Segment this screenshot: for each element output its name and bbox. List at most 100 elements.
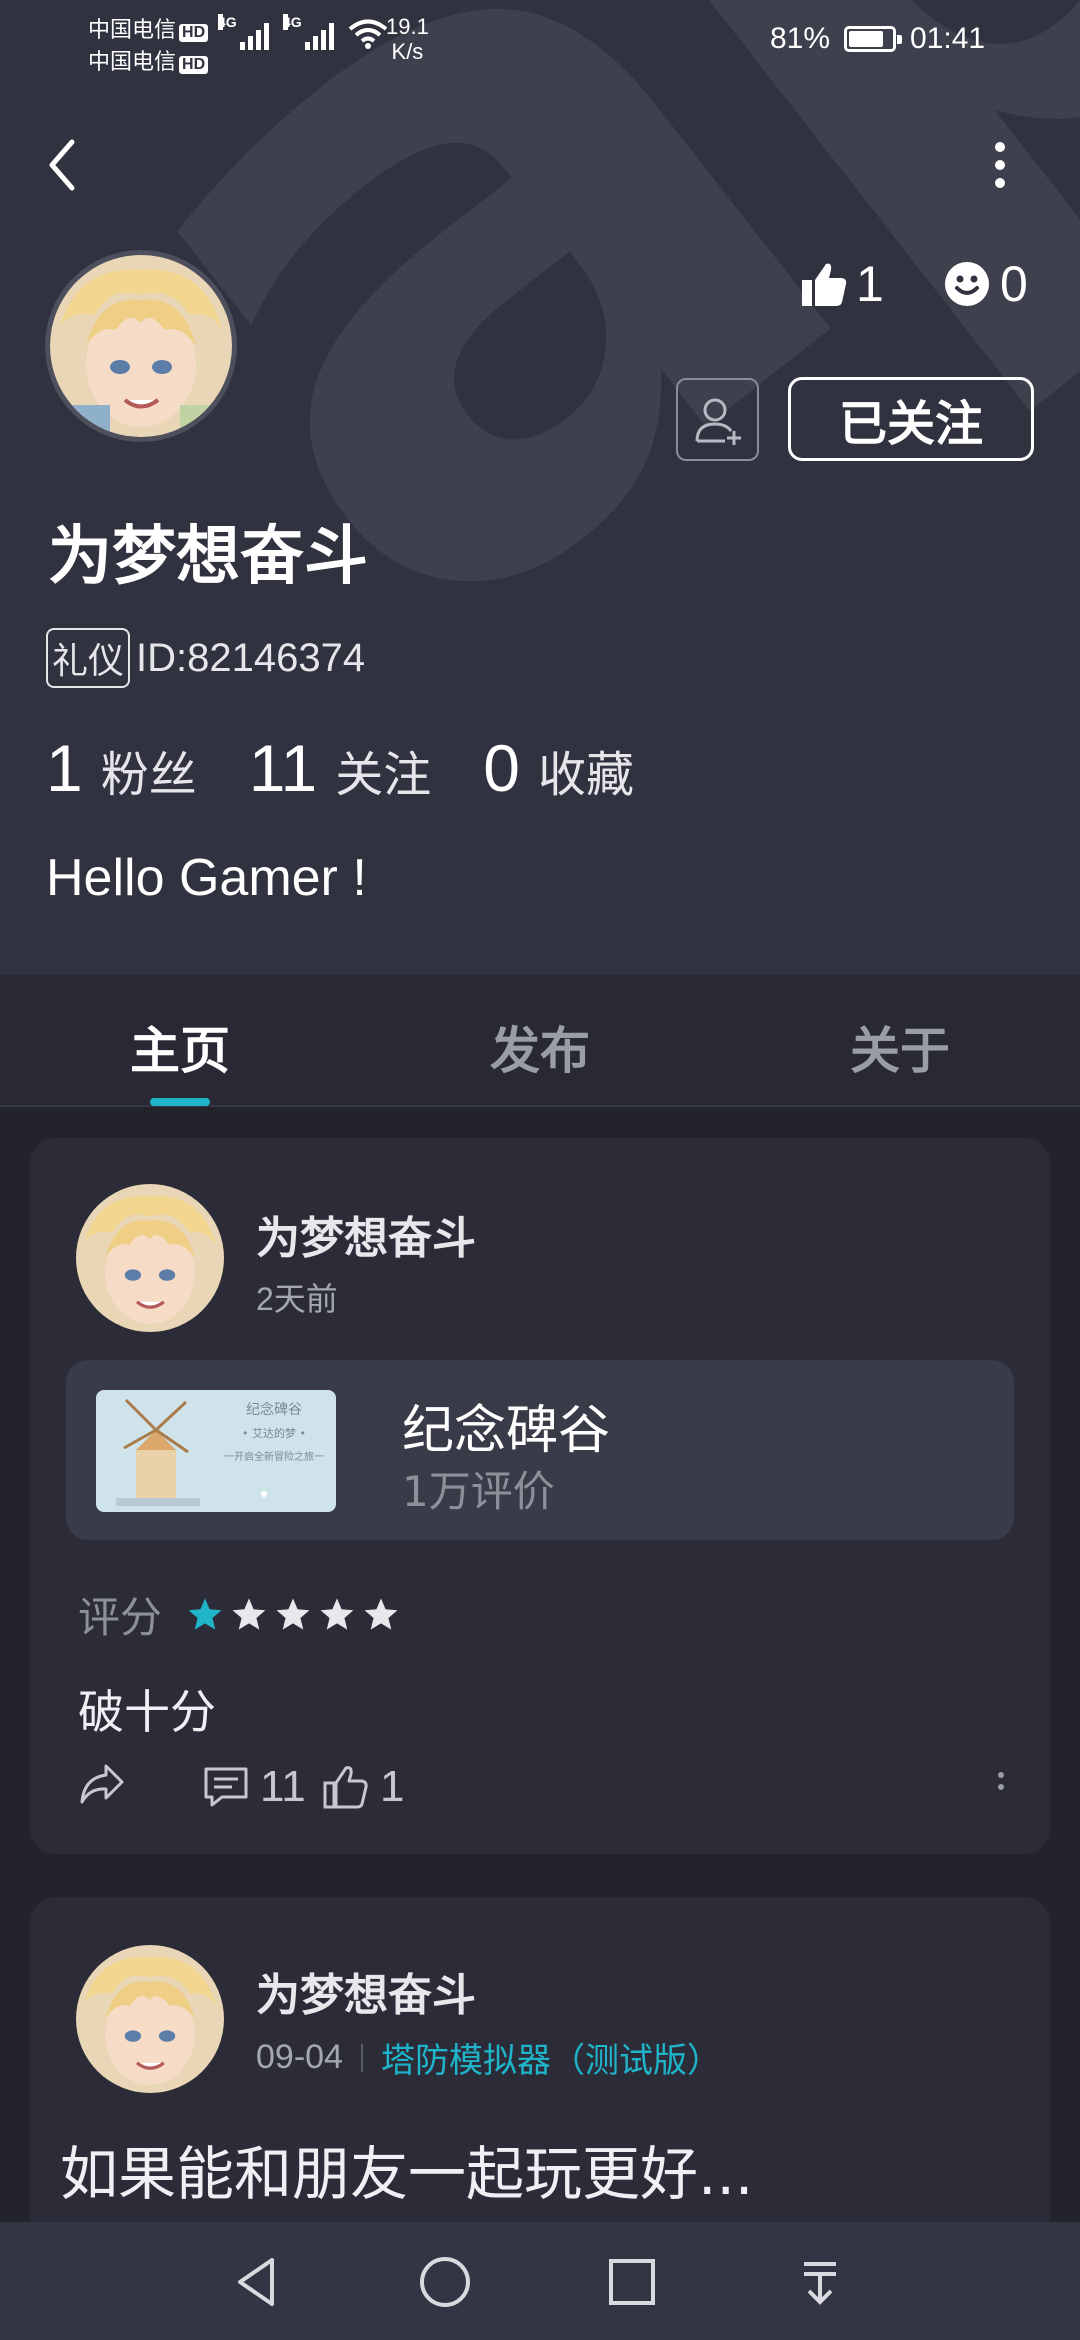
smile-icon (945, 262, 989, 306)
profile-username: 为梦想奋斗 (48, 520, 368, 594)
thumb-title: 纪念碑谷 (246, 1402, 302, 1418)
fans-count-item[interactable]: 1 粉丝 (46, 730, 197, 806)
game-link[interactable]: 纪念碑谷 • 艾达的梦 • 一开启全新冒险之旅一 纪念碑谷 1万评价 (66, 1360, 1014, 1540)
tab-home[interactable]: 主页 (80, 1011, 280, 1083)
battery-icon (844, 26, 902, 52)
likes-count: 1 (856, 256, 884, 312)
nav-pulldown-button[interactable] (780, 2242, 860, 2322)
circle-home-icon (420, 2257, 470, 2307)
square-recent-icon (609, 2259, 655, 2305)
post-author[interactable]: 为梦想奋斗 (256, 1202, 476, 1266)
profile-id: ID:82146374 (136, 635, 366, 680)
share-icon (80, 1764, 124, 1804)
smiles-count: 0 (1000, 256, 1028, 312)
profile-counts: 1 粉丝 11 关注 0 收藏 (46, 730, 634, 806)
add-friend-button[interactable] (676, 378, 759, 461)
clock: 01:41 (910, 22, 986, 55)
post-meta: 09-04 塔防模拟器（测试版） (256, 2033, 721, 2082)
comment-icon (204, 1767, 248, 1807)
following-label: 关注 (335, 747, 432, 803)
post-date: 09-04 (256, 2038, 343, 2076)
star-empty-icon (320, 1597, 354, 1630)
review-text: 破十分 (78, 1685, 216, 1739)
hd-badge-2: HD (179, 56, 209, 74)
following-count-item[interactable]: 11 关注 (249, 730, 432, 806)
signal-icon: 4G (218, 14, 269, 50)
follow-button[interactable]: 已关注 (788, 377, 1034, 461)
post-text: 如果能和朋友一起玩更好... (60, 2140, 754, 2208)
profile-likes: 1 (800, 255, 884, 313)
game-thumbnail: 纪念碑谷 • 艾达的梦 • 一开启全新冒险之旅一 (96, 1390, 336, 1512)
comment-count: 11 (260, 1762, 306, 1811)
avatar-image (76, 1184, 224, 1332)
etiquette-badge: 礼仪 (46, 628, 131, 688)
profile-avatar[interactable] (45, 250, 237, 442)
network-type-label: 4G (218, 14, 237, 30)
favorites-label: 收藏 (537, 747, 634, 803)
active-tab-indicator (150, 1098, 210, 1106)
post-more-button[interactable] (994, 1762, 1008, 1802)
nav-recent-button[interactable] (592, 2242, 672, 2322)
hd-badge: HD (179, 24, 209, 42)
review-card[interactable]: 为梦想奋斗 2天前 纪念碑谷 • 艾达的梦 • 一开启全新冒险之旅一 纪念碑谷 … (30, 1138, 1050, 1854)
thumbs-up-outline-icon (323, 1766, 368, 1809)
favorites-count: 0 (483, 731, 520, 805)
post-avatar[interactable] (76, 1184, 224, 1332)
user-plus-icon (695, 398, 741, 445)
signal-icon-2: 4G (283, 14, 334, 50)
tab-publish[interactable]: 发布 (440, 1011, 640, 1083)
thumb-subtitle-2: 一开启全新冒险之旅一 (224, 1452, 324, 1463)
more-vertical-icon (995, 142, 1005, 188)
post-avatar-2[interactable] (76, 1945, 224, 2093)
star-empty-icon (276, 1597, 310, 1630)
fans-count: 1 (46, 731, 83, 805)
star-filled-icon (188, 1597, 222, 1630)
game-review-count: 1万评价 (402, 1467, 555, 1516)
share-button[interactable] (78, 1762, 126, 1806)
battery-percent: 81% (770, 22, 831, 55)
comment-button[interactable]: 11 (202, 1762, 306, 1812)
avatar-image (76, 1945, 224, 2093)
triangle-back-icon (238, 2258, 274, 2306)
back-button[interactable] (40, 130, 90, 200)
profile-smiles: 0 (944, 255, 1028, 313)
star-empty-icon (232, 1597, 266, 1630)
tab-about[interactable]: 关于 (800, 1011, 1000, 1083)
network-type-label-2: 4G (283, 14, 302, 30)
rating-row: 评分 (78, 1584, 400, 1645)
nav-home-button[interactable] (405, 2242, 485, 2322)
post-time: 2天前 (256, 1281, 338, 1317)
system-nav-bar (0, 2222, 1080, 2340)
nav-back-button[interactable] (218, 2242, 298, 2322)
avatar-image (50, 255, 232, 437)
net-speed: 19.1 K/s (386, 14, 429, 64)
more-button[interactable] (980, 135, 1020, 195)
profile-header-background: apTa (0, 0, 1080, 975)
thumb-subtitle-1: • 艾达的梦 • (242, 1427, 306, 1440)
chevron-left-icon (49, 139, 75, 191)
signal-indicators: 4G 4G (218, 14, 388, 50)
net-speed-value: 19.1 (386, 14, 429, 39)
like-button[interactable]: 1 (322, 1762, 404, 1812)
status-bar: 中国电信 HD 中国电信 HD 4G 4G 19.1 K/s 81% 01:41 (0, 0, 1080, 80)
carrier-2-label: 中国电信 (88, 49, 177, 74)
following-count: 11 (248, 731, 318, 805)
rating-stars (186, 1596, 400, 1634)
profile-id-row: 礼仪 ID:82146374 (46, 628, 365, 688)
rating-label: 评分 (78, 1593, 163, 1642)
carrier-2: 中国电信 HD (88, 44, 209, 76)
like-count: 1 (380, 1762, 405, 1811)
post-game-link[interactable]: 塔防模拟器（测试版） (381, 2033, 721, 2082)
fans-label: 粉丝 (100, 747, 197, 803)
profile-tabs: 主页 发布 关于 (0, 975, 1080, 1107)
profile-bio: Hello Gamer ! (46, 849, 367, 907)
post-author-2[interactable]: 为梦想奋斗 (256, 1959, 476, 2023)
post-actions: 11 1 (78, 1762, 1018, 1822)
carrier-1: 中国电信 HD (88, 12, 209, 44)
pull-down-icon (804, 2262, 836, 2305)
wifi-icon (348, 19, 388, 49)
net-speed-unit: K/s (391, 39, 424, 64)
more-vertical-icon (998, 1772, 1004, 1790)
carrier-1-label: 中国电信 (88, 17, 177, 42)
favorites-count-item[interactable]: 0 收藏 (483, 730, 634, 806)
